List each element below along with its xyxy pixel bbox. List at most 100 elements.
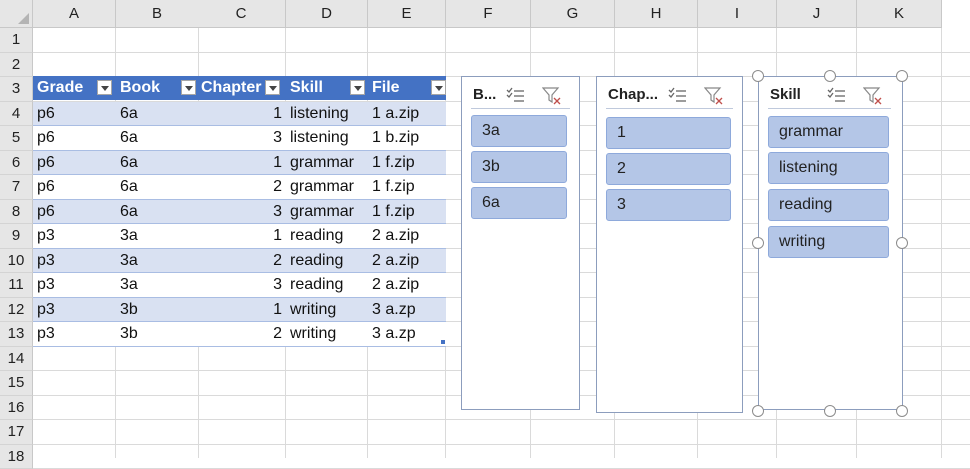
row-header-15[interactable]: 15 <box>0 371 33 396</box>
slicer-item[interactable]: 3b <box>471 151 567 183</box>
table-cell[interactable]: p3 <box>33 322 116 346</box>
table-cell[interactable]: writing <box>286 322 368 346</box>
row-header-10[interactable]: 10 <box>0 249 33 274</box>
resize-handle[interactable] <box>752 405 764 417</box>
table-cell[interactable]: p6 <box>33 126 116 150</box>
row-header-17[interactable]: 17 <box>0 420 33 445</box>
column-header-i[interactable]: I <box>698 0 777 28</box>
table-cell[interactable]: 2 a.zip <box>368 273 446 297</box>
table-cell[interactable]: p3 <box>33 249 116 273</box>
table-cell[interactable]: reading <box>286 224 368 248</box>
table-cell[interactable]: 1 <box>197 224 286 248</box>
row-header-12[interactable]: 12 <box>0 298 33 323</box>
table-cell[interactable]: 1 b.zip <box>368 126 446 150</box>
table-cell[interactable]: 3 a.zp <box>368 322 446 346</box>
table-cell[interactable]: 6a <box>116 151 199 175</box>
table-cell[interactable]: 1 <box>197 102 286 126</box>
table-cell[interactable]: 2 <box>197 249 286 273</box>
column-header-k[interactable]: K <box>857 0 942 28</box>
row-header-5[interactable]: 5 <box>0 126 33 151</box>
table-cell[interactable]: p6 <box>33 151 116 175</box>
slicer-skill[interactable]: Skillgrammarlisteningreadingwriting <box>758 76 903 410</box>
table-cell[interactable]: 1 f.zip <box>368 175 446 199</box>
table-cell[interactable]: 2 <box>197 322 286 346</box>
slicer-item[interactable]: writing <box>768 226 889 258</box>
column-header-f[interactable]: F <box>446 0 531 28</box>
slicer-item[interactable]: reading <box>768 189 889 221</box>
table-cell[interactable]: p6 <box>33 200 116 224</box>
multi-select-icon[interactable] <box>827 87 847 105</box>
column-header-j[interactable]: J <box>777 0 857 28</box>
table-cell[interactable]: p6 <box>33 102 116 126</box>
table-cell[interactable]: 1 a.zip <box>368 102 446 126</box>
slicer-item[interactable]: listening <box>768 152 889 184</box>
filter-dropdown-file[interactable] <box>431 80 446 95</box>
table-cell[interactable]: 1 <box>197 151 286 175</box>
table-cell[interactable]: 2 a.zip <box>368 224 446 248</box>
table-cell[interactable]: 6a <box>116 200 199 224</box>
table-cell[interactable]: grammar <box>286 200 368 224</box>
column-header-g[interactable]: G <box>531 0 615 28</box>
row-header-18[interactable]: 18 <box>0 445 33 469</box>
table-cell[interactable]: p6 <box>33 175 116 199</box>
column-header-d[interactable]: D <box>286 0 368 28</box>
table-cell[interactable]: 6a <box>116 126 199 150</box>
table-cell[interactable]: listening <box>286 126 368 150</box>
row-header-1[interactable]: 1 <box>0 28 33 53</box>
resize-handle[interactable] <box>752 70 764 82</box>
row-header-2[interactable]: 2 <box>0 53 33 78</box>
row-header-13[interactable]: 13 <box>0 322 33 347</box>
clear-filter-icon[interactable] <box>542 87 562 105</box>
table-cell[interactable]: reading <box>286 273 368 297</box>
slicer-chapter[interactable]: Chap...123 <box>596 76 743 413</box>
row-header-14[interactable]: 14 <box>0 347 33 372</box>
table-cell[interactable]: 2 a.zip <box>368 249 446 273</box>
table-cell[interactable]: 3 <box>197 273 286 297</box>
table-resize-handle[interactable] <box>441 340 445 344</box>
table-cell[interactable]: p3 <box>33 273 116 297</box>
spreadsheet-grid[interactable]: ABCDEFGHIJK123456789101112131415161718Gr… <box>0 0 970 458</box>
multi-select-icon[interactable] <box>668 87 688 105</box>
slicer-item[interactable]: 1 <box>606 117 731 149</box>
filter-dropdown-chapter[interactable] <box>265 80 280 95</box>
slicer-item[interactable]: 3 <box>606 189 731 221</box>
table-cell[interactable]: 1 f.zip <box>368 151 446 175</box>
table-cell[interactable]: reading <box>286 249 368 273</box>
resize-handle[interactable] <box>824 70 836 82</box>
column-header-e[interactable]: E <box>368 0 446 28</box>
table-cell[interactable]: p3 <box>33 224 116 248</box>
filter-dropdown-skill[interactable] <box>350 80 365 95</box>
table-cell[interactable]: 3b <box>116 298 199 322</box>
row-header-8[interactable]: 8 <box>0 200 33 225</box>
filter-dropdown-grade[interactable] <box>97 80 112 95</box>
row-header-9[interactable]: 9 <box>0 224 33 249</box>
table-cell[interactable]: 3a <box>116 273 199 297</box>
table-cell[interactable]: 3 <box>197 200 286 224</box>
table-cell[interactable]: 3a <box>116 249 199 273</box>
filter-dropdown-book[interactable] <box>181 80 196 95</box>
resize-handle[interactable] <box>896 405 908 417</box>
table-cell[interactable]: 1 <box>197 298 286 322</box>
table-cell[interactable]: 3 <box>197 126 286 150</box>
clear-filter-icon[interactable] <box>704 87 724 105</box>
table-cell[interactable]: listening <box>286 102 368 126</box>
row-header-16[interactable]: 16 <box>0 396 33 421</box>
column-header-b[interactable]: B <box>116 0 199 28</box>
row-header-6[interactable]: 6 <box>0 151 33 176</box>
table-cell[interactable]: writing <box>286 298 368 322</box>
row-header-3[interactable]: 3 <box>0 77 33 102</box>
column-header-c[interactable]: C <box>197 0 286 28</box>
slicer-item[interactable]: 6a <box>471 187 567 219</box>
column-header-h[interactable]: H <box>615 0 698 28</box>
table-cell[interactable]: 6a <box>116 102 199 126</box>
multi-select-icon[interactable] <box>506 87 526 105</box>
row-header-11[interactable]: 11 <box>0 273 33 298</box>
clear-filter-icon[interactable] <box>863 87 883 105</box>
slicer-item[interactable]: 2 <box>606 153 731 185</box>
table-cell[interactable]: 1 f.zip <box>368 200 446 224</box>
table-cell[interactable]: 3b <box>116 322 199 346</box>
table-cell[interactable]: p3 <box>33 298 116 322</box>
slicer-item[interactable]: grammar <box>768 116 889 148</box>
table-cell[interactable]: 3 a.zp <box>368 298 446 322</box>
column-header-a[interactable]: A <box>33 0 116 28</box>
